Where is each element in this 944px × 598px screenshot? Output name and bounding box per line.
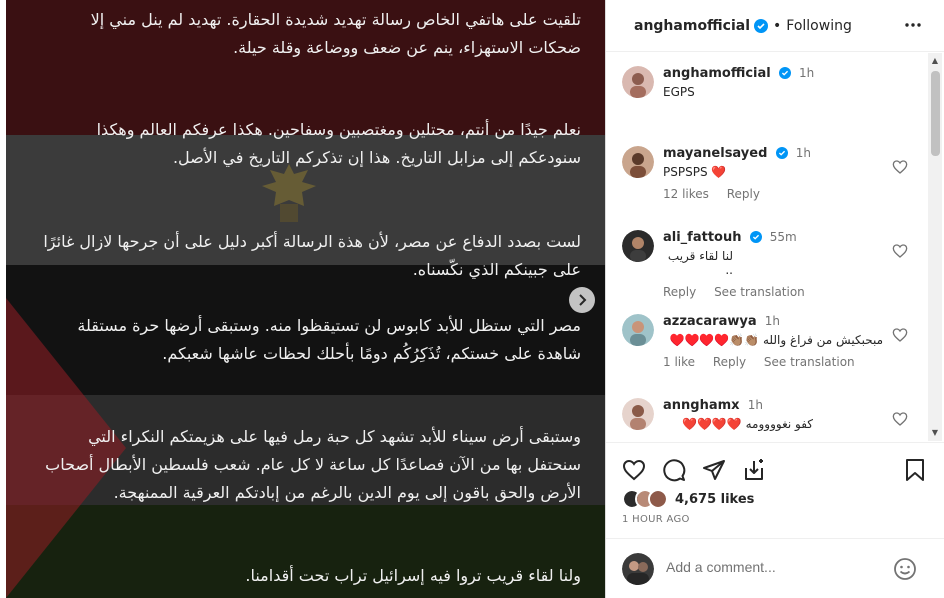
comment-text: كفو نغوووومه ❤️❤️❤️❤️ [682, 417, 813, 431]
header-separator: • [773, 17, 782, 34]
caption-item: anghamofficial 1h EGPS [622, 66, 922, 116]
comment-item: azzacarawya 1h مبحبكيش من فراغ والله 👏🏽👏… [622, 314, 922, 374]
comment-time: 1h [799, 66, 815, 80]
scroll-thumb[interactable] [931, 71, 940, 156]
liker-avatar [648, 489, 668, 509]
comment-time: 1h [764, 314, 780, 328]
avatar[interactable] [622, 398, 654, 430]
heart-icon[interactable] [892, 411, 908, 427]
comment-username[interactable]: annghamx [663, 398, 740, 413]
next-slide-button[interactable] [569, 287, 595, 313]
comment-likes[interactable]: 12 likes [663, 187, 709, 201]
comments-list: anghamofficial 1h EGPS mayanelsayed 1h P… [606, 53, 928, 441]
comment-item: ali_fattouh 55m لنا لقاء قريب .. Reply S… [622, 230, 922, 299]
emoji-icon[interactable] [893, 557, 917, 581]
scroll-down-icon[interactable]: ▼ [931, 429, 939, 437]
verified-badge-icon [778, 67, 791, 79]
comment-text: مبحبكيش من فراغ والله 👏🏽👏🏽♥️♥️♥️♥️ [669, 333, 883, 347]
send-icon[interactable] [702, 458, 726, 482]
post-paragraph-4: مصر التي ستظل للأبد كابوس لن تستيقظوا من… [77, 316, 581, 363]
post-paragraph-1: تلقيت على هاتفي الخاص رسالة تهديد شديدة … [90, 10, 581, 57]
heart-icon[interactable] [622, 458, 646, 482]
comment-text: PSPSPS ❤️ [663, 165, 727, 179]
comment-username[interactable]: mayanelsayed [663, 146, 767, 161]
post-image: تلقيت على هاتفي الخاص رسالة تهديد شديدة … [6, 0, 605, 598]
avatar[interactable] [622, 230, 654, 262]
comment-username[interactable]: anghamofficial [663, 66, 771, 81]
verified-badge-icon [749, 231, 762, 243]
post-header: anghamofficial • Following [606, 0, 944, 52]
comment-text: لنا لقاء قريب .. [667, 249, 733, 277]
likes-count[interactable]: 4,675 likes [675, 492, 754, 507]
more-options-icon[interactable] [904, 16, 922, 34]
avatar[interactable] [622, 314, 654, 346]
verified-badge-icon [754, 18, 769, 33]
heart-icon[interactable] [892, 243, 908, 259]
comment-time: 1h [795, 146, 811, 160]
post-paragraph-5: وستبقى أرض سيناء للأبد تشهد كل حبة رمل ف… [45, 427, 581, 502]
comment-input[interactable] [666, 559, 886, 575]
post-paragraph-2: نعلم جيدًا من أنتم، محتلين ومغتصبين وسفا… [96, 120, 581, 167]
avatar[interactable] [622, 146, 654, 178]
verified-badge-icon [775, 147, 788, 159]
heart-icon[interactable] [892, 159, 908, 175]
avatar [622, 553, 654, 585]
see-translation-button[interactable]: See translation [764, 355, 855, 369]
post-sidebar: anghamofficial • Following anghamofficia… [605, 0, 944, 598]
comment-username[interactable]: azzacarawya [663, 314, 757, 329]
comment-time: 1h [747, 398, 763, 412]
avatar[interactable] [622, 66, 654, 98]
chevron-right-icon [579, 294, 587, 306]
repost-icon[interactable] [742, 458, 766, 482]
heart-icon[interactable] [892, 327, 908, 343]
add-comment-bar [606, 538, 944, 598]
following-button[interactable]: Following [786, 18, 852, 34]
post-time: 1 HOUR AGO [622, 514, 690, 525]
comment-likes[interactable]: 1 like [663, 355, 695, 369]
likes-row: 4,675 likes [622, 489, 754, 509]
comment-time: 55m [769, 230, 797, 244]
scroll-up-icon[interactable]: ▲ [931, 57, 939, 65]
comment-icon[interactable] [662, 458, 686, 482]
reply-button[interactable]: Reply [663, 285, 696, 299]
post-paragraph-3: لست بصدد الدفاع عن مصر، لأن هذة الرسالة … [43, 232, 581, 279]
reply-button[interactable]: Reply [713, 355, 746, 369]
post-paragraph-6: ولنا لقاء قريب تروا فيه إسرائيل تراب تحت… [245, 566, 581, 585]
comment-username[interactable]: ali_fattouh [663, 230, 741, 245]
comment-item: mayanelsayed 1h PSPSPS ❤️ 12 likes Reply [622, 146, 922, 206]
comment-text: EGPS [663, 85, 695, 99]
header-username[interactable]: anghamofficial [634, 18, 750, 34]
reply-button[interactable]: Reply [727, 187, 760, 201]
comments-scrollbar[interactable]: ▲ ▼ [928, 53, 942, 441]
see-translation-button[interactable]: See translation [714, 285, 805, 299]
comment-item: annghamx 1h كفو نغوووومه ❤️❤️❤️❤️ [622, 398, 922, 438]
bookmark-icon[interactable] [904, 458, 926, 482]
